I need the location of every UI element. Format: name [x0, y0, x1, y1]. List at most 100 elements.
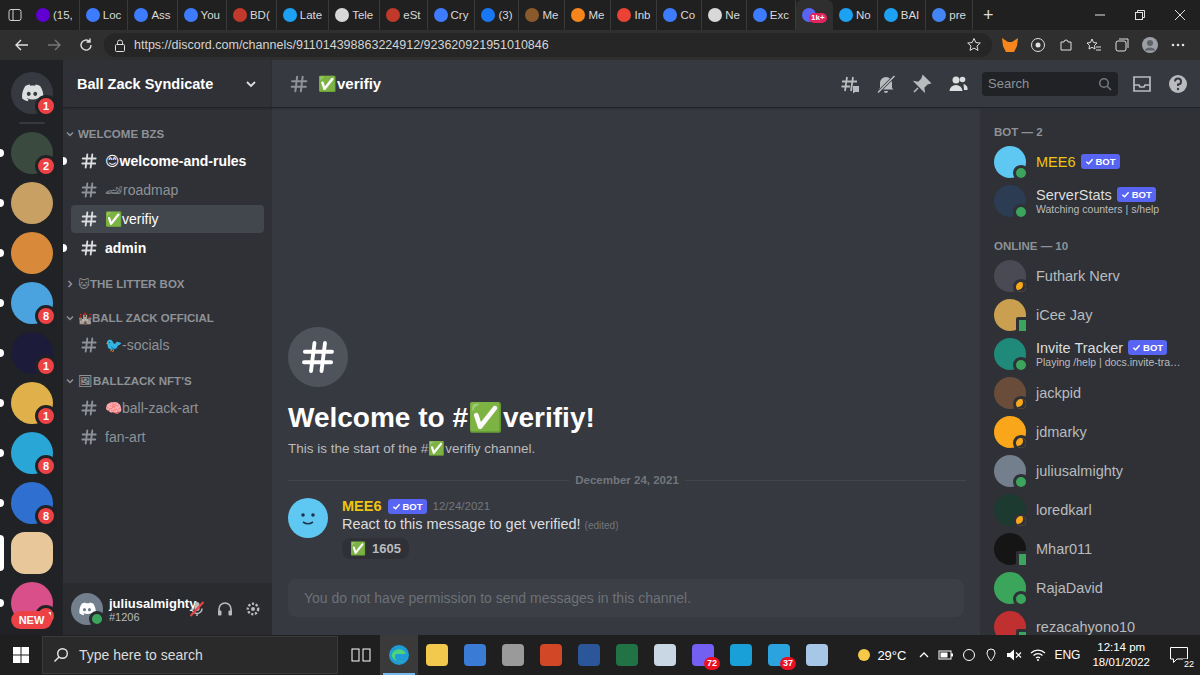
- server-item[interactable]: 8: [0, 282, 63, 324]
- mute-button[interactable]: [186, 593, 208, 625]
- taskbar-app[interactable]: [418, 635, 456, 675]
- location-icon[interactable]: [984, 648, 998, 662]
- category-header[interactable]: 🖼BALLZACK NFT'S: [63, 369, 272, 393]
- taskbar-app[interactable]: [570, 635, 608, 675]
- member-list-button[interactable]: [946, 72, 970, 96]
- server-header[interactable]: Ball Zack Syndicate: [63, 60, 272, 108]
- weather-widget[interactable]: 29°C: [855, 646, 906, 664]
- favorites-button[interactable]: [1080, 32, 1108, 58]
- server-item[interactable]: 8: [0, 482, 63, 524]
- channel-item[interactable]: 😊welcome-and-rules: [71, 147, 264, 175]
- browser-tab[interactable]: BD(: [227, 0, 277, 30]
- extensions-button[interactable]: [1052, 32, 1080, 58]
- taskbar-app[interactable]: [646, 635, 684, 675]
- member-item[interactable]: rezacahyono10: [988, 607, 1192, 635]
- member-item[interactable]: iCee Jay: [988, 295, 1192, 334]
- browser-tab[interactable]: Exc: [747, 0, 796, 30]
- taskbar-app[interactable]: [532, 635, 570, 675]
- deafen-button[interactable]: [214, 593, 236, 625]
- category-header[interactable]: 🏰BALL ZACK OFFICIAL: [63, 306, 272, 330]
- clock[interactable]: 12:14 pm 18/01/2022: [1088, 640, 1154, 670]
- browser-tab[interactable]: (15,: [30, 0, 80, 30]
- server-item[interactable]: [0, 232, 63, 274]
- taskbar-app[interactable]: [722, 635, 760, 675]
- address-bar[interactable]: https://discord.com/channels/91101439886…: [104, 33, 992, 57]
- member-item[interactable]: Mhar011: [988, 529, 1192, 568]
- channel-item[interactable]: 🧠ball-zack-art: [71, 394, 264, 422]
- battery-icon[interactable]: [938, 648, 954, 662]
- taskbar-app[interactable]: [494, 635, 532, 675]
- member-item[interactable]: Futhark Nerv: [988, 256, 1192, 295]
- channel-item[interactable]: 🏎roadmap: [71, 176, 264, 204]
- author-name[interactable]: MEE6: [342, 498, 382, 514]
- more-button[interactable]: [1164, 32, 1192, 58]
- close-button[interactable]: [1160, 0, 1200, 30]
- member-item[interactable]: Invite Tracker BOT Playing /help | docs.…: [988, 334, 1192, 373]
- settings-button[interactable]: [242, 593, 264, 625]
- pins-button[interactable]: [910, 72, 934, 96]
- start-button[interactable]: [0, 635, 42, 675]
- member-item[interactable]: jackpid: [988, 373, 1192, 412]
- extension-button[interactable]: [1024, 32, 1052, 58]
- browser-tab[interactable]: Ass: [128, 0, 177, 30]
- server-item[interactable]: 2: [0, 132, 63, 174]
- new-unreads-badge[interactable]: NEW: [11, 611, 53, 629]
- user-avatar[interactable]: [71, 593, 103, 625]
- browser-tab[interactable]: Co: [657, 0, 702, 30]
- reaction-button[interactable]: ✅1605: [342, 538, 409, 559]
- metamask-button[interactable]: [996, 32, 1024, 58]
- browser-tab[interactable]: pre: [926, 0, 973, 30]
- notification-center-button[interactable]: 22: [1162, 635, 1196, 675]
- profile-button[interactable]: [1136, 32, 1164, 58]
- search-box[interactable]: Search: [982, 72, 1118, 96]
- language-indicator[interactable]: ENG: [1054, 648, 1080, 662]
- server-item[interactable]: 1: [0, 332, 63, 374]
- server-item[interactable]: 8: [0, 432, 63, 474]
- browser-tab[interactable]: (3): [475, 0, 519, 30]
- member-item[interactable]: RajaDavid: [988, 568, 1192, 607]
- new-tab-button[interactable]: +: [973, 0, 1004, 30]
- server-item[interactable]: 1: [0, 382, 63, 424]
- browser-tab[interactable]: BAI: [878, 0, 927, 30]
- channel-item[interactable]: fan-art: [71, 423, 264, 451]
- threads-button[interactable]: [838, 72, 862, 96]
- browser-tab[interactable]: 1k+: [796, 0, 833, 30]
- channel-item[interactable]: ✅verifiy: [71, 205, 264, 233]
- minimize-button[interactable]: [1080, 0, 1120, 30]
- author-avatar[interactable]: [288, 498, 328, 538]
- inbox-button[interactable]: [1130, 72, 1154, 96]
- server-item[interactable]: [0, 182, 63, 224]
- browser-tab[interactable]: Late: [277, 0, 329, 30]
- browser-tab[interactable]: You: [178, 0, 227, 30]
- wifi-icon[interactable]: [1030, 648, 1046, 662]
- taskbar-app[interactable]: [342, 635, 380, 675]
- collections-button[interactable]: [1108, 32, 1136, 58]
- browser-tab[interactable]: Cry: [428, 0, 476, 30]
- home-button[interactable]: 1: [0, 72, 63, 114]
- refresh-button[interactable]: [72, 32, 100, 58]
- category-header[interactable]: 🐱THE LITTER BOX: [63, 272, 272, 296]
- member-item[interactable]: juliusalmighty: [988, 451, 1192, 490]
- forward-button[interactable]: [40, 32, 68, 58]
- tray-app-icon[interactable]: [962, 648, 976, 662]
- restore-button[interactable]: [1120, 0, 1160, 30]
- taskbar-search[interactable]: Type here to search: [42, 636, 338, 674]
- server-item[interactable]: [0, 532, 63, 574]
- channel-item[interactable]: 🐦-socials: [71, 331, 264, 359]
- taskbar-app[interactable]: [608, 635, 646, 675]
- back-button[interactable]: [8, 32, 36, 58]
- taskbar-app[interactable]: [456, 635, 494, 675]
- browser-tab[interactable]: Me: [519, 0, 565, 30]
- member-item[interactable]: loredkarl: [988, 490, 1192, 529]
- browser-tab[interactable]: Tele: [329, 0, 380, 30]
- volume-muted-icon[interactable]: [1006, 648, 1022, 662]
- browser-tab[interactable]: Me: [565, 0, 611, 30]
- browser-tab[interactable]: eSt: [380, 0, 427, 30]
- tab-actions-button[interactable]: [0, 8, 30, 22]
- favorite-star-icon[interactable]: [966, 37, 982, 53]
- browser-tab[interactable]: Ne: [702, 0, 747, 30]
- help-button[interactable]: [1166, 72, 1190, 96]
- chevron-up-icon[interactable]: [918, 649, 930, 661]
- browser-tab[interactable]: Loc: [80, 0, 129, 30]
- channel-item[interactable]: admin: [71, 234, 264, 262]
